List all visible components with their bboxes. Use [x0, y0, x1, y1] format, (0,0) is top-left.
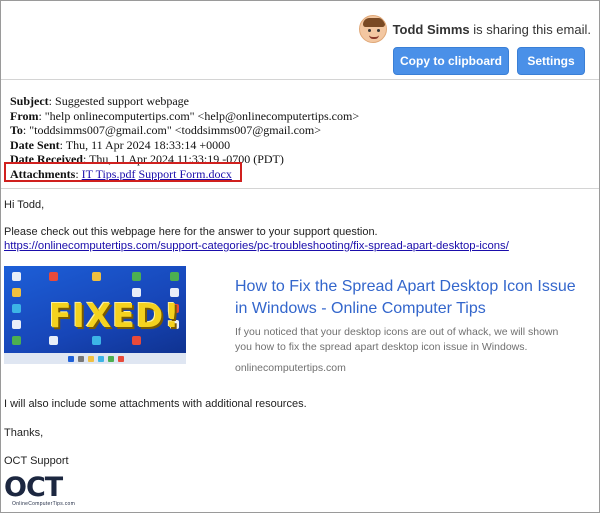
subject-value: Suggested support webpage [55, 94, 189, 108]
sender-name: OCT Support [4, 455, 69, 467]
settings-button[interactable]: Settings [517, 47, 585, 75]
preview-thumbnail: FIXED! [4, 266, 186, 364]
from-value: "help onlinecomputertips.com" <help@onli… [44, 108, 360, 123]
preview-domain: onlinecomputertips.com [235, 362, 346, 374]
share-info: Todd Simms is sharing this email. [358, 15, 591, 43]
followup-text: I will also include some attachments wit… [4, 398, 307, 410]
date-sent-line: Date Sent: Thu, 11 Apr 2024 18:33:14 +00… [10, 137, 231, 152]
oct-logo: OCT OnlineComputerTips.com [4, 472, 76, 508]
sharer-name: Todd Simms [392, 21, 470, 37]
from-line: From: "help onlinecomputertips.com" <hel… [10, 108, 360, 123]
taskbar [4, 353, 186, 364]
share-suffix: is sharing this email. [469, 21, 591, 37]
attachments-highlight-box [4, 162, 242, 182]
date-sent-value: Thu, 11 Apr 2024 18:33:14 +0000 [65, 137, 231, 152]
preview-description: If you noticed that your desktop icons a… [235, 326, 559, 353]
preview-title[interactable]: How to Fix the Spread Apart Desktop Icon… [235, 276, 579, 320]
to-value: "toddsimms007@gmail.com" <toddsimms007@g… [29, 123, 322, 137]
user-avatar-icon [358, 15, 387, 43]
fixed-banner-text: FIXED! [49, 296, 181, 335]
divider [1, 188, 599, 189]
support-article-link[interactable]: https://onlinecomputertips.com/support-c… [4, 240, 509, 252]
greeting: Hi Todd, [4, 199, 45, 211]
copy-to-clipboard-button[interactable]: Copy to clipboard [393, 47, 509, 75]
subject-line: Subject: Suggested support webpage [10, 94, 189, 108]
intro-text: Please check out this webpage here for t… [4, 226, 378, 238]
to-line: To: "toddsimms007@gmail.com" <toddsimms0… [10, 123, 322, 137]
share-bar: Todd Simms is sharing this email. Copy t… [1, 1, 599, 77]
divider [1, 79, 599, 80]
thanks-text: Thanks, [4, 427, 44, 439]
link-preview-card[interactable]: FIXED! How to Fix the Spread Apart Deskt… [4, 266, 579, 382]
